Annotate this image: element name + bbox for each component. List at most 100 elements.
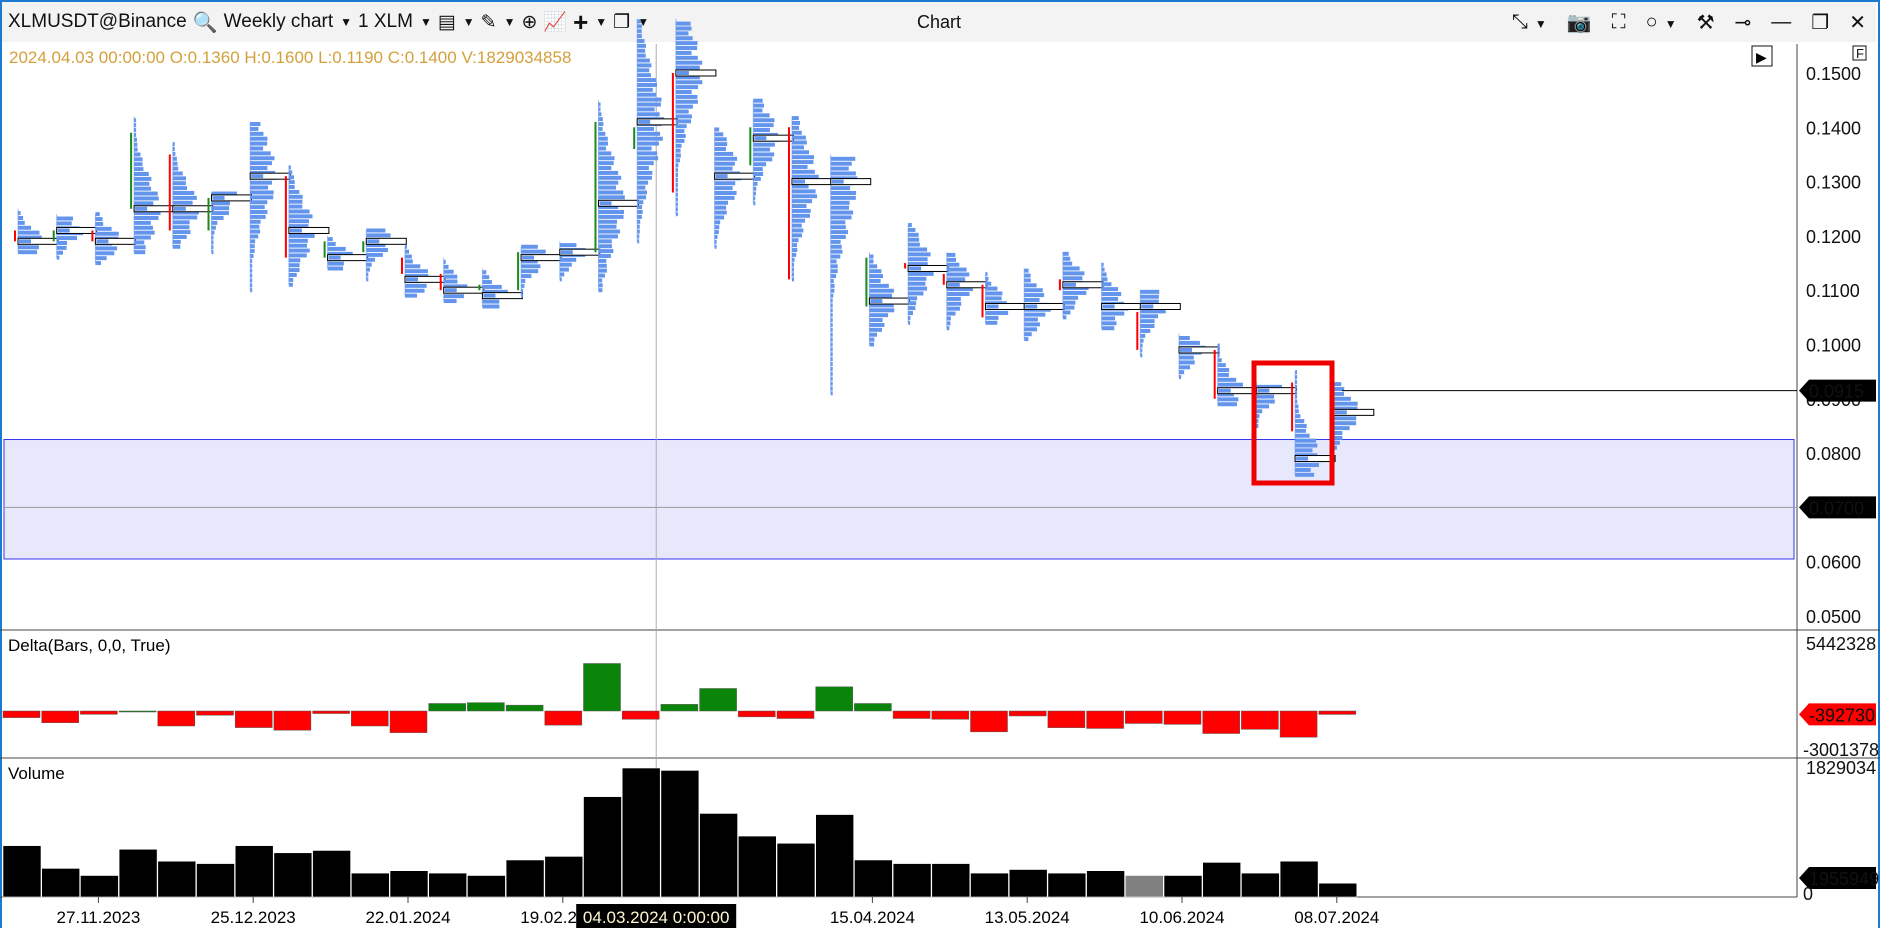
level-price-label: 0.0700 — [1809, 498, 1864, 518]
volume-profile-bar — [830, 288, 835, 293]
volume-profile-bar — [1217, 368, 1230, 373]
price-tick-label: 0.0800 — [1806, 444, 1861, 464]
volume-profile-bar — [1179, 340, 1200, 345]
volume-profile-bar — [250, 244, 255, 249]
volume-profile-bar — [288, 238, 308, 243]
volume-profile-bar — [830, 171, 856, 176]
volume-profile-bar — [521, 283, 525, 288]
volume-profile-bar — [1295, 438, 1317, 443]
poc-fill — [793, 179, 805, 184]
volume-profile-bar — [830, 283, 835, 288]
poc-fill — [328, 255, 341, 260]
volume-profile-bar — [908, 242, 920, 247]
volume-profile-bar — [598, 117, 603, 122]
volume-profile-bar — [521, 249, 546, 254]
volume-profile-bar — [675, 65, 700, 70]
volume-profile-bar — [908, 276, 927, 281]
volume-profile-bar — [792, 164, 808, 169]
volume-profile-bar — [327, 246, 346, 251]
volume-profile-bar — [598, 268, 607, 273]
volume-profile-bar — [172, 191, 195, 196]
volume-profile-bar — [830, 161, 852, 166]
volume-profile-bar — [908, 247, 928, 252]
volume-profile-bar — [598, 175, 622, 180]
volume-profile-bar — [95, 231, 119, 236]
volume-profile-bar — [1024, 278, 1031, 283]
volume-bar — [660, 770, 700, 898]
volume-profile-bar — [288, 268, 300, 273]
volume-profile-bar — [288, 253, 307, 258]
volume-profile-bar — [598, 146, 607, 151]
volume-profile-bar — [1295, 448, 1313, 453]
volume-profile-bar — [830, 274, 837, 279]
volume-profile-bar — [1295, 419, 1305, 424]
volume-profile-bar — [366, 262, 372, 267]
volume-profile-bar — [753, 176, 761, 181]
volume-profile-bar — [250, 195, 274, 200]
delta-bar — [196, 710, 234, 716]
volume-profile-bar — [1333, 431, 1343, 436]
volume-bar — [1241, 872, 1280, 898]
volume-profile-bar — [637, 136, 663, 141]
delta-last-label: -392730 — [1809, 705, 1875, 725]
volume-profile-bar — [792, 169, 815, 174]
volume-profile-bar — [1333, 435, 1343, 440]
volume-profile-bar — [1062, 310, 1071, 315]
volume-bar — [2, 845, 42, 898]
delta-bar — [428, 703, 466, 712]
volume-profile-bar — [830, 166, 849, 171]
poc-fill — [19, 239, 31, 244]
volume-profile-bar — [288, 209, 310, 214]
delta-bar — [157, 710, 196, 727]
volume-profile-bar — [637, 161, 654, 166]
volume-profile-bar — [830, 269, 838, 274]
volume-profile-bar — [946, 252, 956, 257]
volume-profile-bar — [405, 249, 410, 254]
volume-profile-bar — [211, 215, 224, 220]
volume-profile-bar — [792, 233, 802, 238]
volume-profile-bar — [792, 120, 800, 125]
poc-fill — [1063, 282, 1076, 287]
volume-profile-bar — [753, 128, 770, 133]
volume-profile-bar — [134, 245, 146, 250]
volume-profile-bar — [405, 288, 425, 293]
volume-profile-bar — [598, 161, 614, 166]
volume-bar — [196, 863, 235, 898]
chart-canvas[interactable]: 0.1500 0.1400 0.1300 0.1200 0.1100 0.1000 0.09… — [0, 0, 1880, 928]
volume-profile-bar — [675, 143, 682, 148]
volume-profile-bar — [1062, 315, 1067, 320]
volume-profile-bar — [946, 301, 962, 306]
volume-bar — [815, 814, 855, 898]
volume-profile-bar — [637, 205, 643, 210]
volume-profile-bar — [1062, 261, 1073, 266]
volume-profile-bar — [172, 156, 177, 161]
volume-profile-bar — [598, 195, 625, 200]
price-tick-label: 0.1400 — [1806, 118, 1861, 138]
volume-profile-bar — [753, 147, 771, 152]
poc-fill — [676, 71, 689, 75]
volume-profile-bar — [1140, 289, 1160, 294]
volume-profile-bar — [134, 152, 141, 157]
volume-profile-bar — [95, 256, 107, 261]
delta-bar — [544, 710, 583, 726]
delta-bar — [699, 688, 737, 712]
volume-bar — [312, 850, 351, 898]
volume-profile-bar — [405, 264, 421, 269]
volume-profile-bar — [288, 185, 295, 190]
poc-fill — [560, 250, 573, 255]
volume-profile-bar — [1140, 314, 1159, 319]
volume-profile-bar — [1024, 273, 1031, 278]
volume-zero-label: 0 — [1803, 884, 1813, 904]
volume-profile-bar — [792, 116, 799, 121]
volume-bar — [389, 870, 429, 898]
volume-profile-bar — [598, 288, 603, 293]
volume-profile-bar — [675, 129, 685, 134]
volume-profile-bar — [637, 175, 652, 180]
volume-profile-bar — [637, 131, 661, 136]
time-label: 13.05.2024 — [985, 908, 1070, 927]
volume-profile-bar — [598, 122, 604, 127]
volume-profile-bar — [598, 234, 618, 239]
volume-profile-bar — [95, 251, 115, 256]
volume-bar — [854, 859, 893, 898]
volume-profile-bar — [714, 151, 734, 156]
